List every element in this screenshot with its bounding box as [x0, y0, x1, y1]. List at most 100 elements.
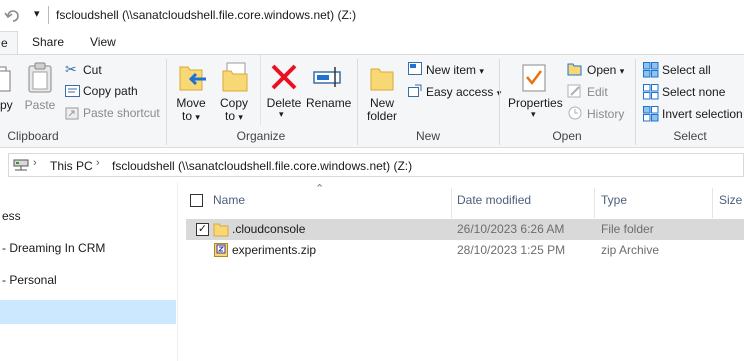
easy-access-button[interactable]: Easy access ▾	[426, 85, 501, 100]
address-bar: › This PC › fscloudshell (\\sanatcloudsh…	[0, 151, 744, 179]
file-date: 26/10/2023 6:26 AM	[457, 222, 565, 236]
nav-item-label: ess	[2, 209, 21, 223]
file-row[interactable]: ✓ .cloudconsole 26/10/2023 6:26 AM File …	[186, 219, 744, 240]
nav-item-selected[interactable]	[0, 300, 176, 324]
group-label-clipboard: Clipboard	[7, 129, 59, 143]
group-label-select: Select	[673, 129, 707, 143]
column-header-name[interactable]: Name	[213, 193, 245, 207]
rename-icon[interactable]	[313, 65, 343, 89]
open-folder-icon[interactable]	[567, 62, 583, 76]
properties-icon[interactable]	[521, 61, 547, 93]
copy-icon[interactable]	[0, 65, 12, 93]
new-item-icon[interactable]	[408, 62, 423, 76]
copy-to-icon[interactable]	[221, 61, 251, 93]
chevron-down-icon: ▾	[619, 66, 625, 76]
copy-path-button[interactable]: Copy path	[83, 84, 138, 98]
new-item-button[interactable]: New item ▾	[426, 63, 484, 78]
breadcrumb-location[interactable]: fscloudshell (\\sanatcloudshell.file.cor…	[112, 159, 412, 173]
chevron-down-icon: ▾	[195, 112, 200, 122]
file-name: experiments.zip	[232, 243, 317, 257]
select-all-icon[interactable]	[643, 62, 659, 78]
open-label: Open	[587, 63, 617, 77]
paste-shortcut-button[interactable]: Paste shortcut	[83, 106, 160, 120]
select-all-checkbox[interactable]	[190, 194, 203, 207]
breadcrumb-this-pc[interactable]: This PC	[50, 159, 93, 173]
open-button[interactable]: Open ▾	[587, 63, 624, 78]
window-title: fscloudshell (\\sanatcloudshell.file.cor…	[56, 8, 357, 22]
row-checkbox[interactable]: ✓	[196, 223, 209, 236]
navigation-pane: ess - Dreaming In CRM - Personal	[0, 182, 178, 361]
easy-access-icon[interactable]	[408, 84, 423, 98]
tab-share[interactable]: Share	[22, 31, 74, 55]
tab-home[interactable]: e	[0, 31, 18, 55]
file-list: ⌃ Name Date modified Type Size ✓ .cloudc…	[178, 182, 744, 361]
new-folder-icon[interactable]	[369, 63, 395, 91]
column-header-type[interactable]: Type	[601, 193, 627, 207]
ribbon-tabs: e Share View	[0, 31, 744, 55]
invert-selection-button[interactable]: Invert selection	[662, 107, 743, 121]
file-row[interactable]: experiments.zip 28/10/2023 1:25 PM zip A…	[186, 240, 744, 261]
copy-to-label-2: to	[225, 109, 236, 123]
move-to-icon[interactable]	[178, 61, 208, 93]
tab-home-label: e	[1, 36, 8, 50]
edit-icon[interactable]	[567, 84, 583, 98]
history-button[interactable]: History	[587, 107, 624, 121]
copy-to-button[interactable]: to ▾	[217, 110, 251, 124]
copy-path-icon[interactable]	[65, 85, 80, 97]
sort-ascending-icon: ⌃	[315, 183, 325, 195]
column-header-size[interactable]: Size	[719, 193, 742, 207]
chevron-down-icon[interactable]: ▾	[279, 109, 284, 120]
chevron-down-icon: ▾	[479, 66, 484, 76]
zip-archive-icon	[214, 243, 228, 257]
file-name: .cloudconsole	[232, 222, 306, 236]
tab-view[interactable]: View	[80, 31, 126, 55]
nav-item[interactable]: - Personal	[0, 268, 176, 292]
paste-shortcut-icon[interactable]	[65, 106, 80, 120]
cut-button[interactable]: Cut	[83, 63, 102, 77]
ribbon: py Paste ✂ Cut Copy path Paste shortcut …	[0, 54, 744, 148]
chevron-down-icon[interactable]: ▾	[531, 109, 536, 120]
copy-button[interactable]: py	[0, 99, 13, 112]
move-to-button[interactable]: to ▾	[174, 110, 208, 124]
column-divider[interactable]	[712, 188, 713, 218]
paste-button[interactable]: Paste	[24, 99, 56, 112]
edit-button[interactable]: Edit	[587, 85, 608, 99]
network-drive-icon	[13, 159, 29, 171]
chevron-down-icon[interactable]: ▾	[34, 7, 40, 20]
folder-icon	[213, 223, 229, 237]
file-type: zip Archive	[601, 243, 660, 257]
group-label-organize: Organize	[236, 129, 286, 143]
easy-access-label: Easy access	[426, 85, 494, 99]
title-divider	[48, 6, 49, 24]
tab-share-label: Share	[32, 35, 65, 49]
column-divider[interactable]	[451, 188, 452, 218]
divider	[260, 55, 261, 125]
invert-selection-icon[interactable]	[643, 106, 659, 122]
redo-icon[interactable]	[6, 8, 18, 24]
column-divider[interactable]	[594, 188, 595, 218]
nav-item-label: - Personal	[2, 273, 57, 287]
move-to-label-2: to	[182, 109, 193, 123]
file-type: File folder	[601, 222, 654, 236]
group-label-new: New	[415, 129, 440, 143]
select-none-icon[interactable]	[643, 84, 659, 100]
breadcrumb-chevron-icon[interactable]: ›	[33, 157, 37, 169]
title-bar: ▾ fscloudshell (\\sanatcloudshell.file.c…	[0, 0, 744, 31]
group-label-open: Open	[552, 129, 582, 143]
delete-button[interactable]: Delete	[266, 97, 302, 110]
breadcrumb-chevron-icon[interactable]: ›	[96, 157, 100, 169]
delete-x-icon[interactable]	[270, 63, 298, 91]
new-folder-button[interactable]: folder	[364, 110, 400, 123]
select-none-button[interactable]: Select none	[662, 85, 725, 99]
address-input[interactable]: › This PC › fscloudshell (\\sanatcloudsh…	[8, 153, 744, 177]
nav-item[interactable]: ess	[0, 204, 176, 228]
select-all-button[interactable]: Select all	[662, 63, 711, 77]
column-header-date[interactable]: Date modified	[457, 193, 531, 207]
clipboard-paste-icon[interactable]	[27, 61, 53, 93]
chevron-down-icon: ▾	[238, 112, 243, 122]
new-item-label: New item	[426, 63, 477, 77]
scissors-icon[interactable]: ✂	[65, 61, 77, 78]
history-icon[interactable]	[567, 106, 583, 120]
nav-item[interactable]: - Dreaming In CRM	[0, 236, 176, 260]
rename-button[interactable]: Rename	[306, 97, 351, 110]
